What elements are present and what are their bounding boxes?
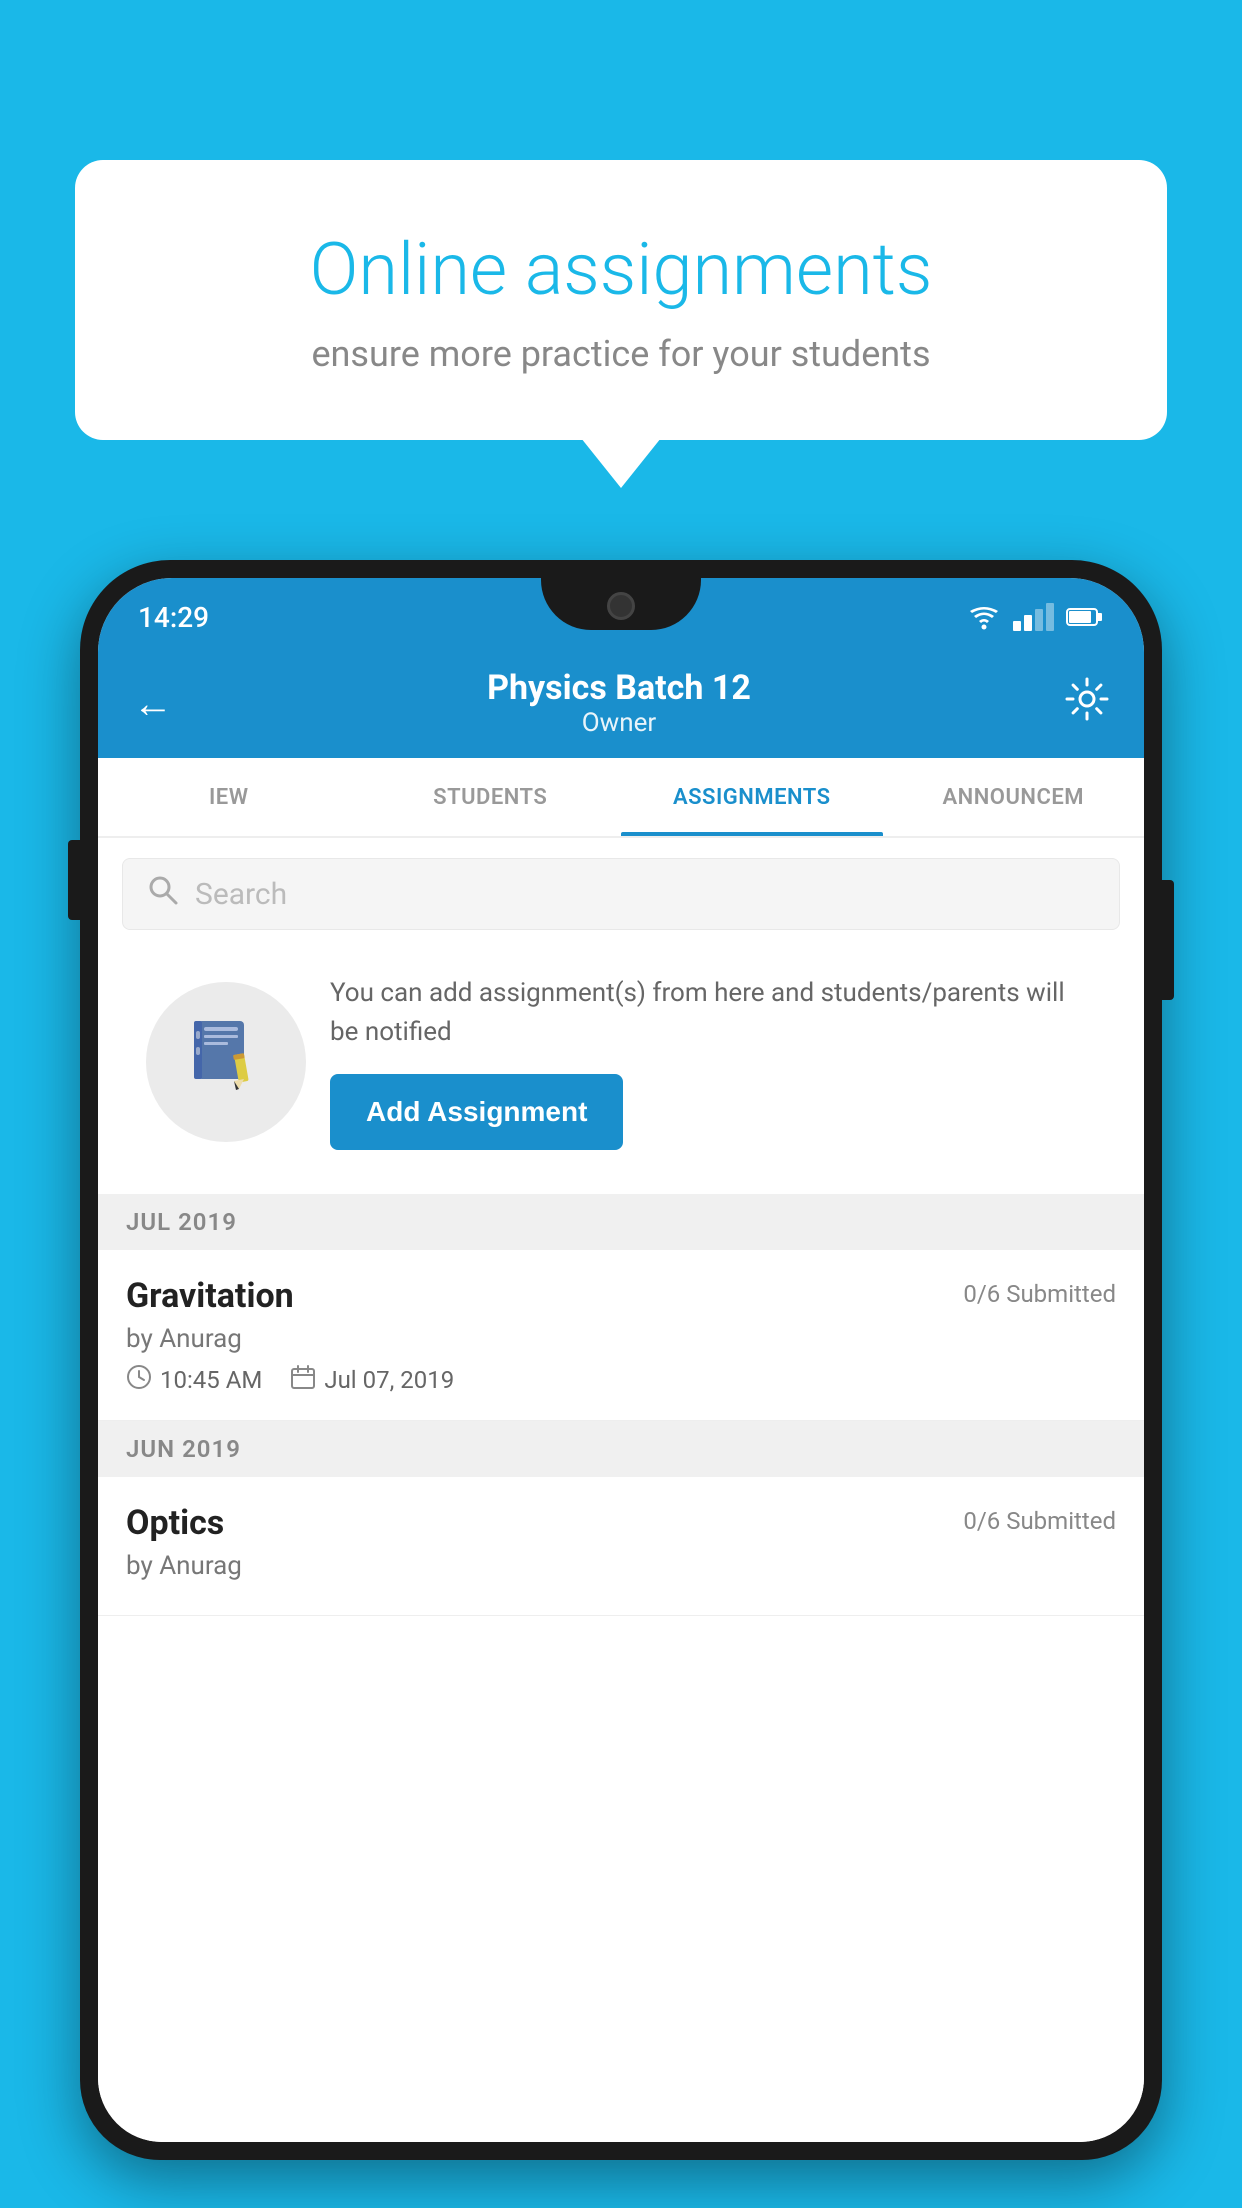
battery-icon xyxy=(1066,606,1104,628)
signal-icon xyxy=(1013,603,1054,631)
calendar-icon xyxy=(290,1364,316,1396)
month-section-jul: JUL 2019 xyxy=(98,1194,1144,1250)
assignment-submitted-gravitation: 0/6 Submitted xyxy=(963,1280,1116,1308)
assignment-by-optics: by Anurag xyxy=(126,1551,1116,1581)
add-assignment-button[interactable]: Add Assignment xyxy=(330,1074,623,1150)
wifi-icon xyxy=(967,604,1001,630)
assignment-card-text: You can add assignment(s) from here and … xyxy=(330,974,1096,1052)
app-bar-subtitle: Owner xyxy=(173,708,1065,738)
assignment-card-right: You can add assignment(s) from here and … xyxy=(330,974,1096,1150)
month-section-jun: JUN 2019 xyxy=(98,1421,1144,1477)
notebook-icon xyxy=(186,1013,266,1111)
assignment-icon-circle xyxy=(146,982,306,1142)
status-time: 14:29 xyxy=(138,593,209,634)
add-assignment-card: You can add assignment(s) from here and … xyxy=(122,950,1120,1174)
tab-assignments[interactable]: ASSIGNMENTS xyxy=(621,758,883,836)
phone-outer: 14:29 xyxy=(80,560,1162,2160)
assignment-by-gravitation: by Anurag xyxy=(126,1324,1116,1354)
clock-icon xyxy=(126,1364,152,1396)
speech-bubble-container: Online assignments ensure more practice … xyxy=(75,160,1167,440)
back-button[interactable]: ← xyxy=(133,680,173,727)
assignment-name-gravitation: Gravitation xyxy=(126,1276,294,1316)
tab-announcements[interactable]: ANNOUNCEM xyxy=(883,758,1145,836)
phone-notch xyxy=(541,578,701,630)
app-bar-title-container: Physics Batch 12 Owner xyxy=(173,668,1065,738)
tab-iew[interactable]: IEW xyxy=(98,758,360,836)
phone-screen: 14:29 xyxy=(98,578,1144,2142)
assignment-meta-gravitation: 10:45 AM Jul 07, 201 xyxy=(126,1364,1116,1396)
search-placeholder: Search xyxy=(195,877,287,912)
tab-bar: IEW STUDENTS ASSIGNMENTS ANNOUNCEM xyxy=(98,758,1144,838)
search-icon xyxy=(147,874,179,914)
search-bar[interactable]: Search xyxy=(122,858,1120,930)
status-icons xyxy=(967,595,1104,631)
settings-icon[interactable] xyxy=(1065,677,1109,730)
assignment-date-gravitation: Jul 07, 2019 xyxy=(290,1364,454,1396)
assignment-item-optics[interactable]: Optics 0/6 Submitted by Anurag xyxy=(98,1477,1144,1616)
tab-students[interactable]: STUDENTS xyxy=(360,758,622,836)
app-bar: ← Physics Batch 12 Owner xyxy=(98,648,1144,758)
speech-bubble-subtitle: ensure more practice for your students xyxy=(155,333,1087,375)
app-bar-title: Physics Batch 12 xyxy=(173,668,1065,708)
assignment-time-gravitation: 10:45 AM xyxy=(126,1364,262,1396)
assignment-submitted-optics: 0/6 Submitted xyxy=(963,1507,1116,1535)
assignment-name-optics: Optics xyxy=(126,1503,224,1543)
content-area: Search xyxy=(98,838,1144,2142)
speech-bubble: Online assignments ensure more practice … xyxy=(75,160,1167,440)
phone-container: 14:29 xyxy=(80,560,1162,2208)
speech-bubble-title: Online assignments xyxy=(155,230,1087,309)
assignment-item-gravitation[interactable]: Gravitation 0/6 Submitted by Anurag xyxy=(98,1250,1144,1421)
front-camera xyxy=(607,592,635,620)
